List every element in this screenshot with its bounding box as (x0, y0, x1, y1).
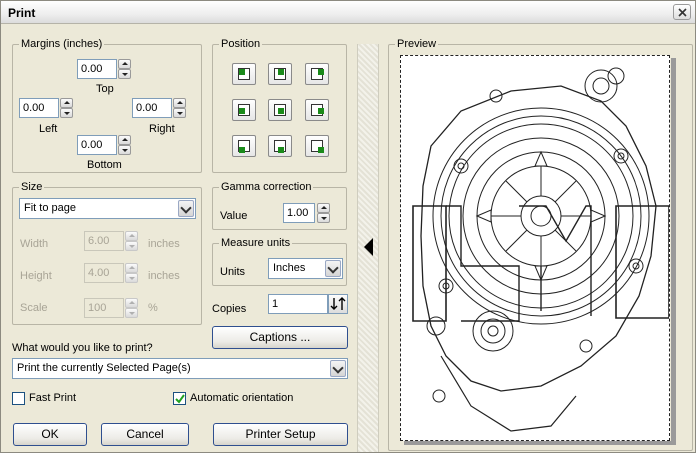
cancel-button[interactable]: Cancel (101, 423, 189, 446)
width-label: Width (20, 238, 49, 250)
page-position-icon (311, 68, 324, 80)
measure-units-legend: Measure units (219, 237, 293, 249)
position-bottom-center-button[interactable] (268, 135, 292, 157)
scale-input[interactable]: 100 (84, 298, 124, 318)
automatic-orientation-label[interactable]: Automatic orientation (190, 392, 293, 405)
position-top-center-button[interactable] (268, 63, 292, 85)
window-title: Print (8, 6, 36, 20)
position-bottom-left-button[interactable] (232, 135, 256, 157)
width-spinner[interactable] (125, 231, 138, 251)
margins-legend: Margins (inches) (19, 38, 105, 50)
close-button[interactable] (673, 4, 691, 20)
checkmark-icon (175, 394, 185, 404)
clutter-assembly-drawing (412, 67, 669, 432)
margin-right-label: Right (149, 123, 175, 135)
size-mode-value: Fit to page (24, 202, 76, 214)
width-unit: inches (148, 238, 180, 250)
scale-unit: % (148, 302, 158, 314)
gamma-input[interactable]: 1.00 (283, 203, 315, 223)
height-unit: inches (148, 270, 180, 282)
size-mode-select[interactable]: Fit to page (19, 198, 196, 219)
collapse-arrow-icon[interactable] (364, 238, 373, 256)
position-middle-left-button[interactable] (232, 99, 256, 121)
position-legend: Position (219, 38, 263, 50)
units-label: Units (220, 266, 246, 278)
margin-left-spinner[interactable] (60, 98, 73, 118)
position-center-button[interactable] (268, 99, 292, 121)
margin-bottom-input[interactable]: 0.00 (77, 135, 117, 155)
print-what-value: Print the currently Selected Page(s) (17, 362, 191, 374)
scale-spinner[interactable] (125, 298, 138, 318)
page-position-icon (274, 104, 286, 116)
preview-legend: Preview (395, 38, 439, 50)
gamma-value-label: Value (220, 210, 248, 222)
collate-toggle-button[interactable] (328, 294, 348, 314)
ok-button[interactable]: OK (13, 423, 87, 446)
margin-top-spinner[interactable] (118, 59, 131, 79)
automatic-orientation-checkbox[interactable] (173, 392, 186, 405)
page-position-icon (311, 104, 324, 116)
printer-setup-button[interactable]: Printer Setup (213, 423, 348, 446)
page-position-icon (238, 68, 250, 80)
gamma-legend: Gamma correction (219, 181, 314, 193)
size-legend: Size (19, 181, 45, 193)
margin-top-input[interactable]: 0.00 (77, 59, 117, 79)
copies-label: Copies (212, 303, 247, 315)
page-position-icon (311, 140, 324, 153)
gamma-spinner[interactable] (317, 203, 330, 223)
page-position-icon (274, 140, 286, 153)
copies-input[interactable]: 1 (268, 294, 328, 314)
captions-button[interactable]: Captions ... (212, 326, 348, 349)
title-bar: Print (1, 1, 695, 24)
units-select[interactable]: Inches (268, 258, 343, 279)
print-what-label: What would you like to print? (12, 342, 153, 354)
height-input[interactable]: 4.00 (84, 263, 124, 283)
fast-print-checkbox[interactable] (12, 392, 25, 405)
height-spinner[interactable] (125, 263, 138, 283)
width-input[interactable]: 6.00 (84, 231, 124, 251)
page-position-icon (238, 104, 250, 116)
page-position-icon (238, 140, 250, 153)
preview-shadow (671, 58, 676, 444)
margin-right-spinner[interactable] (173, 98, 186, 118)
position-top-left-button[interactable] (232, 63, 256, 85)
close-icon (678, 8, 687, 17)
height-label: Height (20, 270, 52, 282)
scale-label: Scale (20, 302, 48, 314)
units-value: Inches (273, 262, 306, 274)
position-top-right-button[interactable] (305, 63, 329, 85)
position-bottom-right-button[interactable] (305, 135, 329, 157)
position-middle-right-button[interactable] (305, 99, 329, 121)
preview-shadow-bottom (404, 441, 676, 445)
margin-bottom-spinner[interactable] (118, 135, 131, 155)
margin-left-input[interactable]: 0.00 (19, 98, 59, 118)
margin-bottom-label: Bottom (87, 159, 122, 171)
chevron-down-icon[interactable] (325, 260, 341, 277)
margin-left-label: Left (39, 123, 58, 135)
sort-arrows-icon (330, 297, 346, 310)
margin-right-input[interactable]: 0.00 (132, 98, 172, 118)
print-dialog: Print Margins (inches) 0.00 Top 0.00 Lef… (0, 0, 696, 453)
margin-top-label: Top (96, 83, 114, 95)
print-what-select[interactable]: Print the currently Selected Page(s) (12, 358, 348, 379)
page-position-icon (274, 68, 286, 80)
chevron-down-icon[interactable] (330, 360, 346, 377)
print-preview-page (400, 55, 670, 441)
chevron-down-icon[interactable] (178, 200, 194, 217)
fast-print-label[interactable]: Fast Print (29, 392, 76, 405)
